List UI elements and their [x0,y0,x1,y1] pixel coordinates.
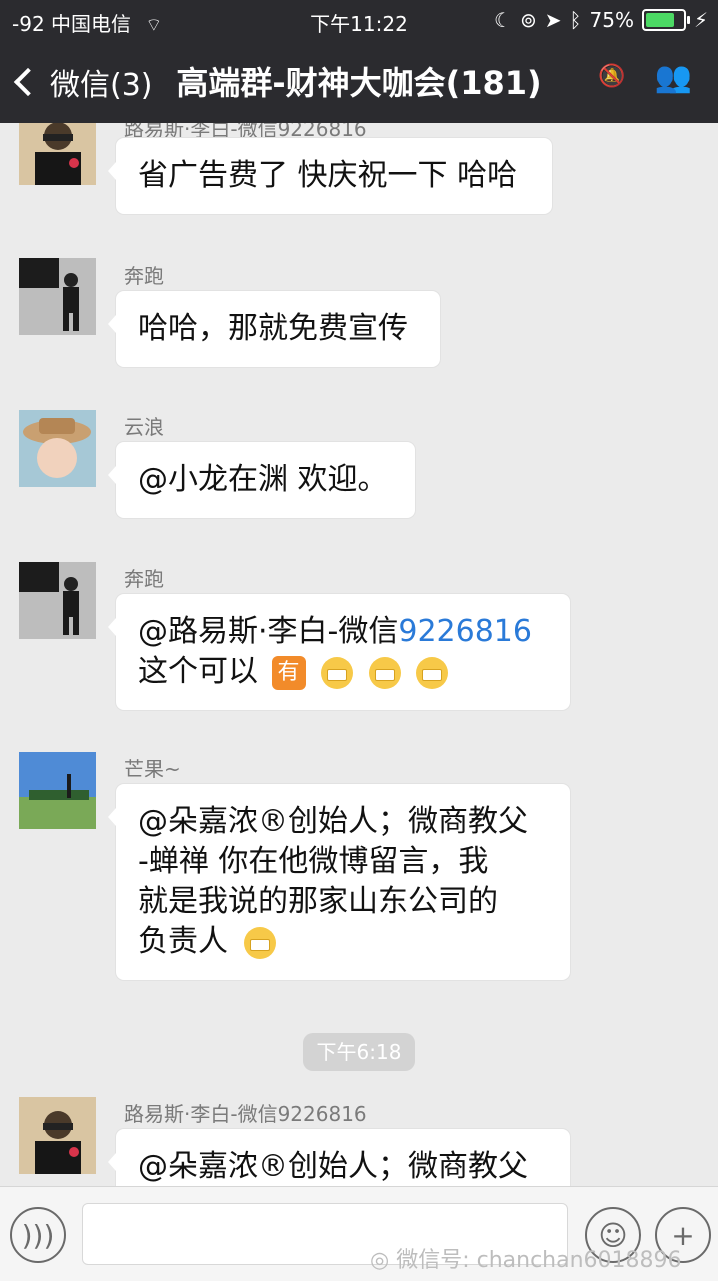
status-bar: -92 中国电信 ⌔ 下午11:22 ☾ ⊚ ➤ ᛒ 75% ⚡ [0,0,718,40]
nav-bar: 微信(3) 高端群-财神大咖会(181) 🔕 👥 [0,48,718,118]
message-bubble[interactable]: 哈哈，那就免费宣传 [108,291,440,367]
mute-icon: 🔕 [598,64,626,89]
running-man-avatar-icon[interactable] [19,258,96,335]
child-hat-avatar-icon[interactable] [19,410,96,487]
grin-emoji-icon [368,656,401,689]
wechat-watermark: ◎ 微信号: chanchan6018896 [370,1242,682,1274]
landscape-avatar-icon[interactable] [19,752,96,829]
battery-percent: 75% [589,8,634,32]
message-line: 就是我说的那家山东公司的 [138,884,498,919]
message-bubble[interactable]: @朵嘉浓®创始人；微商教父 -蝉禅 你在他微博留言，我 就是我说的那家山东公司的… [108,784,570,980]
message-line: @路易斯·李白-微信9226816 [138,612,548,652]
running-man-avatar-icon[interactable] [19,562,96,639]
status-right: ☾ ⊚ ➤ ᛒ 75% ⚡ [494,8,708,32]
message-line: 这个可以 有 [138,652,548,692]
message-text: 省广告费了 快庆祝一下 哈哈 [138,158,518,193]
grin-emoji-icon [321,656,354,689]
sender-name: 奔跑 [124,567,164,591]
message-bubble[interactable]: @路易斯·李白-微信9226816 这个可以 有 [108,594,570,710]
phone-link[interactable]: 9226816 [398,614,532,649]
message-line: -蝉禅 你在他微博留言，我 [138,844,489,879]
message-text: @朵嘉浓®创始人；微商教父 [138,1149,528,1184]
chat-area[interactable]: 路易斯·李白-微信9226816 省广告费了 快庆祝一下 哈哈 奔跑 哈哈，那就… [0,123,718,1186]
group-info-icon[interactable]: 👥 [655,60,692,95]
message-line: @朵嘉浓®创始人；微商教父 [138,804,528,839]
message-bubble[interactable]: @小龙在渊 欢迎。 [108,442,415,518]
battery-icon [641,9,690,31]
message-text: @小龙在渊 欢迎。 [138,462,388,497]
time-divider: 下午6:18 [303,1033,415,1071]
moon-icon: ☾ [494,8,512,32]
you-tag-icon: 有 [271,655,306,690]
sender-name: 芒果~ [124,757,181,781]
crying-laugh-emoji-icon [243,926,276,959]
message-bubble[interactable]: 省广告费了 快庆祝一下 哈哈 [108,138,552,214]
message-line: 负责人 [138,922,548,962]
voice-icon: ))) [21,1218,55,1252]
top-bar: -92 中国电信 ⌔ 下午11:22 ☾ ⊚ ➤ ᛒ 75% ⚡ 微信(3) 高… [0,0,718,123]
watermark-text: 微信号: chanchan6018896 [396,1248,682,1273]
message-text: 哈哈，那就免费宣传 [138,311,408,346]
charging-icon: ⚡ [693,8,708,32]
grin-emoji-icon [416,656,449,689]
message-text: 负责人 [138,924,228,959]
wechat-logo-icon: ◎ [370,1248,390,1273]
message-text: @路易斯·李白-微信 [138,614,399,649]
sender-name: 奔跑 [124,264,164,288]
message-text: 这个可以 [138,654,258,689]
bluetooth-icon: ᛒ [569,8,582,32]
message-bubble[interactable]: @朵嘉浓®创始人；微商教父 [108,1129,570,1186]
sender-name: 云浪 [124,415,164,439]
sender-name: 路易斯·李白-微信9226816 [124,1102,367,1126]
user-avatar-icon[interactable] [19,123,96,185]
location-icon: ➤ [544,8,562,32]
user-avatar-icon[interactable] [19,1097,96,1174]
voice-button[interactable]: ))) [10,1207,66,1263]
lock-rotation-icon: ⊚ [519,8,537,32]
